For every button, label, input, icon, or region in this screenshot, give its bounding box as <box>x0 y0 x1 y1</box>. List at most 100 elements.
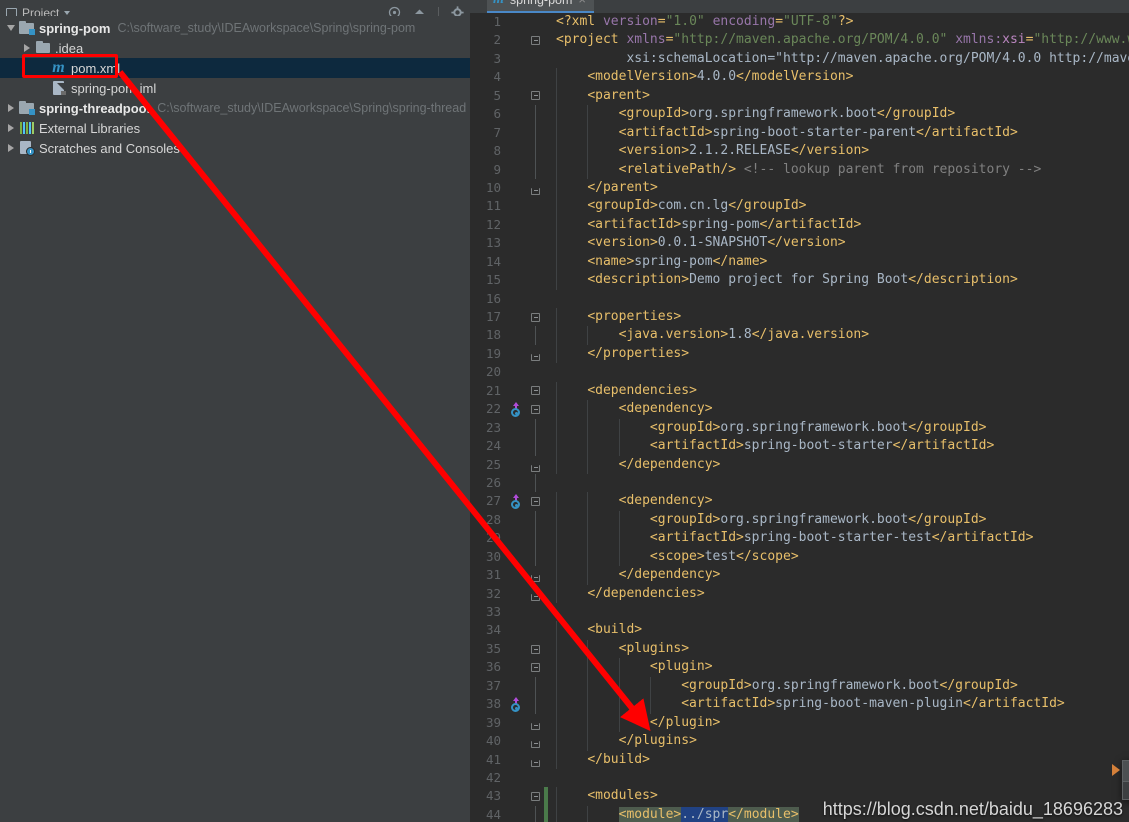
code-line-text[interactable]: <properties> <box>548 308 1129 326</box>
code-line-26[interactable]: 26 <box>470 473 1129 493</box>
code-line-text[interactable]: <artifactId>spring-boot-starter</artifac… <box>548 437 1129 455</box>
code-line-text[interactable]: <groupId>org.springframework.boot</group… <box>548 677 1129 695</box>
code-line-8[interactable]: 8 <version>2.1.2.RELEASE</version> <box>470 142 1129 161</box>
code-line-text[interactable]: <version>2.1.2.RELEASE</version> <box>548 142 1129 160</box>
code-line-19[interactable]: 19 </properties> <box>470 344 1129 364</box>
code-line-text[interactable]: <relativePath/> <!-- lookup parent from … <box>548 161 1129 179</box>
tree-node-spring-pom-iml[interactable]: spring-pom.iml <box>0 78 470 98</box>
maven-dependency-icon[interactable] <box>504 400 526 418</box>
fold-marker[interactable] <box>526 382 544 400</box>
chevron-down-icon[interactable] <box>4 25 18 31</box>
project-title-group[interactable]: Project <box>6 6 71 16</box>
code-line-23[interactable]: 23 <groupId>org.springframework.boot</gr… <box>470 418 1129 438</box>
code-line-text[interactable]: </dependency> <box>548 566 1129 584</box>
code-line-text[interactable]: <groupId>com.cn.lg</groupId> <box>548 197 1129 215</box>
autocomplete-popup[interactable]: ../spring-threadpool Press Ctrl+. to cho… <box>1112 760 1129 800</box>
code-line-4[interactable]: 4 <modelVersion>4.0.0</modelVersion> <box>470 68 1129 87</box>
code-line-36[interactable]: 36 <plugin> <box>470 658 1129 677</box>
code-line-text[interactable]: </properties> <box>548 345 1129 363</box>
code-line-text[interactable]: <description>Demo project for Spring Boo… <box>548 271 1129 289</box>
code-line-text[interactable]: <artifactId>spring-boot-maven-plugin</ar… <box>548 695 1129 713</box>
code-line-text[interactable]: <artifactId>spring-boot-starter-parent</… <box>548 124 1129 142</box>
fold-marker[interactable] <box>526 456 544 474</box>
code-line-text[interactable]: <plugin> <box>548 658 1129 676</box>
fold-marker[interactable] <box>526 492 544 510</box>
code-line-31[interactable]: 31 </dependency> <box>470 566 1129 585</box>
code-line-12[interactable]: 12 <artifactId>spring-pom</artifactId> <box>470 215 1129 235</box>
code-line-text[interactable]: <version>0.0.1-SNAPSHOT</version> <box>548 234 1129 252</box>
fold-marker[interactable] <box>526 87 544 105</box>
code-line-16[interactable]: 16 <box>470 290 1129 308</box>
code-line-text[interactable]: <name>spring-pom</name> <box>548 253 1129 271</box>
maven-dependency-icon[interactable] <box>504 695 526 713</box>
chevron-right-icon[interactable] <box>4 144 18 152</box>
fold-marker[interactable] <box>526 585 544 603</box>
code-line-33[interactable]: 33 <box>470 603 1129 621</box>
code-line-14[interactable]: 14 <name>spring-pom</name> <box>470 252 1129 272</box>
code-line-text[interactable]: <dependencies> <box>548 382 1129 400</box>
fold-marker[interactable] <box>526 400 544 418</box>
collapse-all-icon[interactable] <box>413 6 426 16</box>
code-line-text[interactable]: <artifactId>spring-boot-starter-test</ar… <box>548 529 1129 547</box>
fold-marker[interactable] <box>526 308 544 326</box>
code-line-18[interactable]: 18 <java.version>1.8</java.version> <box>470 326 1129 345</box>
code-line-text[interactable]: </plugins> <box>548 732 1129 750</box>
code-line-text[interactable]: <parent> <box>548 87 1129 105</box>
tree-node--idea[interactable]: .idea <box>0 38 470 58</box>
fold-marker[interactable] <box>526 31 544 49</box>
code-line-34[interactable]: 34 <build> <box>470 621 1129 640</box>
fold-marker[interactable] <box>526 179 544 197</box>
code-line-39[interactable]: 39 </plugin> <box>470 713 1129 733</box>
tree-node-scratches-and-consoles[interactable]: Scratches and Consoles <box>0 138 470 158</box>
code-line-text[interactable]: <build> <box>548 621 1129 639</box>
tree-node-spring-threadpool[interactable]: spring-threadpool C:\software_study\IDEAw… <box>0 98 470 118</box>
code-line-37[interactable]: 37 <groupId>org.springframework.boot</gr… <box>470 676 1129 696</box>
code-line-2[interactable]: 2 <project xmlns="http://maven.apache.org… <box>470 31 1129 49</box>
fold-marker[interactable] <box>526 714 544 732</box>
chevron-right-icon[interactable] <box>4 104 18 112</box>
code-line-text[interactable]: </parent> <box>548 179 1129 197</box>
code-line-41[interactable]: 41 </build> <box>470 750 1129 769</box>
editor-tab-spring-pom[interactable]: m spring-pom × <box>487 0 595 13</box>
tree-node-external-libraries[interactable]: External Libraries <box>0 118 470 138</box>
code-line-text[interactable]: <dependency> <box>548 492 1129 510</box>
maven-dependency-icon[interactable] <box>504 492 526 510</box>
code-line-30[interactable]: 30 <scope>test</scope> <box>470 547 1129 567</box>
code-line-15[interactable]: 15 <description>Demo project for Spring … <box>470 271 1129 290</box>
tree-node-spring-pom[interactable]: spring-pom C:\software_study\IDEAworkspac… <box>0 18 470 38</box>
code-line-6[interactable]: 6 <groupId>org.springframework.boot</gro… <box>470 105 1129 124</box>
code-line-text[interactable]: </plugin> <box>548 714 1129 732</box>
code-line-text[interactable]: </dependencies> <box>548 585 1129 603</box>
project-tree[interactable]: spring-pom C:\software_study\IDEAworkspac… <box>0 16 470 822</box>
code-line-text[interactable]: <groupId>org.springframework.boot</group… <box>548 511 1129 529</box>
code-line-text[interactable]: <groupId>org.springframework.boot</group… <box>548 105 1129 123</box>
fold-marker[interactable] <box>526 345 544 363</box>
fold-marker[interactable] <box>526 640 544 658</box>
code-line-text[interactable]: <modelVersion>4.0.0</modelVersion> <box>548 68 1129 86</box>
code-line-11[interactable]: 11 <groupId>com.cn.lg</groupId> <box>470 197 1129 216</box>
tree-node-pom-xml[interactable]: m pom.xml <box>0 58 470 78</box>
code-line-40[interactable]: 40 </plugins> <box>470 732 1129 751</box>
code-line-text[interactable]: <groupId>org.springframework.boot</group… <box>548 419 1129 437</box>
code-line-3[interactable]: 3 xsi:schemaLocation="http://maven.apach… <box>470 50 1129 68</box>
code-line-29[interactable]: 29 <artifactId>spring-boot-starter-test<… <box>470 529 1129 548</box>
code-line-10[interactable]: 10 </parent> <box>470 178 1129 198</box>
fold-marker[interactable] <box>526 751 544 769</box>
code-line-27[interactable]: 27 <dependency> <box>470 492 1129 511</box>
code-line-35[interactable]: 35 <plugins> <box>470 639 1129 659</box>
code-line-28[interactable]: 28 <groupId>org.springframework.boot</gr… <box>470 510 1129 530</box>
chevron-right-icon[interactable] <box>20 44 34 52</box>
code-line-text[interactable]: </build> <box>548 751 1129 769</box>
fold-marker[interactable] <box>526 787 544 805</box>
close-icon[interactable]: × <box>578 0 586 7</box>
chevron-right-icon[interactable] <box>4 124 18 132</box>
gear-icon[interactable] <box>451 6 464 16</box>
autocomplete-suggestion-list[interactable]: ../spring-threadpool <box>1112 760 1129 782</box>
code-line-20[interactable]: 20 <box>470 363 1129 381</box>
fold-marker[interactable] <box>526 566 544 584</box>
code-line-7[interactable]: 7 <artifactId>spring-boot-starter-parent… <box>470 123 1129 143</box>
code-line-17[interactable]: 17 <properties> <box>470 308 1129 327</box>
code-line-38[interactable]: 38 <artifactId>spring-boot-maven-plugin<… <box>470 695 1129 714</box>
code-line-5[interactable]: 5 <parent> <box>470 86 1129 106</box>
code-line-text[interactable]: <dependency> <box>548 400 1129 418</box>
